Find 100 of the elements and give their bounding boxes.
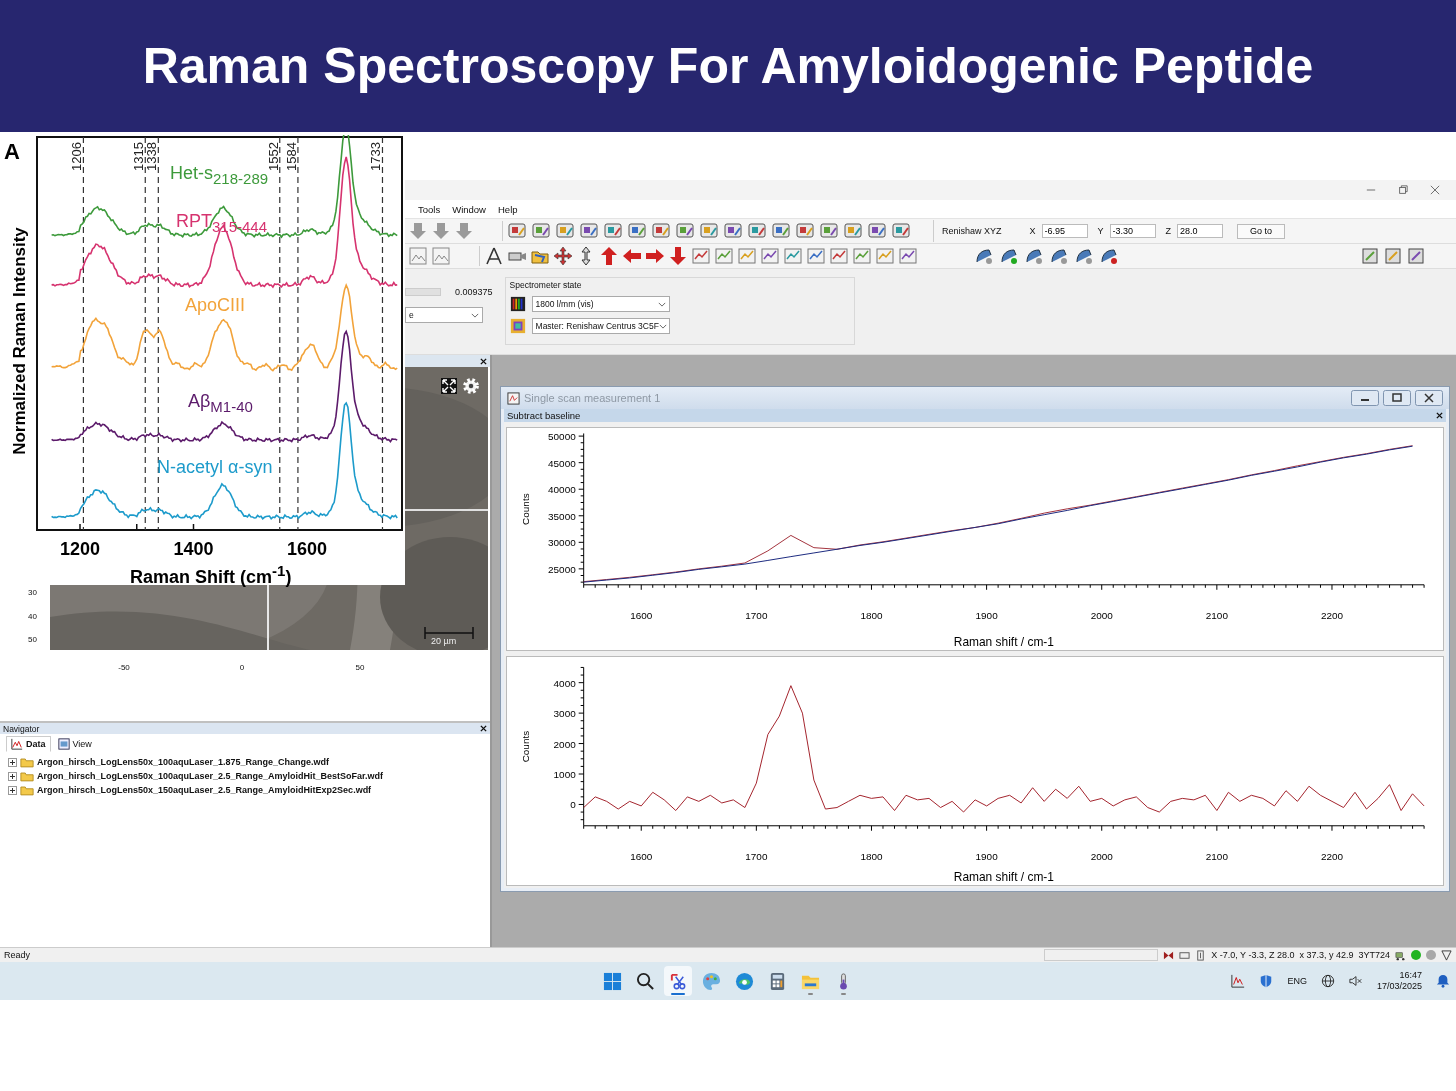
caret-icon[interactable]	[658, 323, 667, 329]
tool-icon[interactable]	[555, 221, 575, 241]
tool-icon[interactable]	[1360, 246, 1380, 266]
arrow-icon[interactable]	[431, 221, 451, 241]
grating-dropdown[interactable]: 1800 l/mm (vis)	[531, 296, 670, 312]
detector-dropdown[interactable]: Master: Renishaw Centrus 3C5F	[531, 318, 670, 334]
tool-icon[interactable]	[898, 246, 918, 266]
stage-tool-icon[interactable]	[1074, 246, 1094, 266]
tick-label: 1900	[975, 850, 998, 862]
maximize-button[interactable]	[1383, 390, 1411, 406]
restore-icon[interactable]	[1398, 185, 1408, 195]
detector-icon	[509, 318, 526, 334]
arrow-down-icon[interactable]	[668, 246, 688, 266]
menu-item[interactable]: Tools	[418, 203, 441, 215]
stage-tool-icon[interactable]	[1099, 246, 1119, 266]
tool-icon[interactable]	[603, 221, 623, 241]
dropdown[interactable]: e	[405, 307, 483, 323]
axis-title: Counts	[519, 730, 531, 763]
arrow-left-icon[interactable]	[622, 246, 642, 266]
tick-label: 1200	[60, 539, 100, 559]
file-name[interactable]: Argon_hirsch_LogLens50x_150aquLaser_2.5_Range_AmyloidHitExp2Sec.wdf	[37, 785, 372, 795]
chart-icon[interactable]	[1231, 974, 1246, 988]
tool-icon[interactable]	[1383, 246, 1403, 266]
menu-item[interactable]: Help	[498, 203, 518, 215]
tab[interactable]: Data	[6, 736, 51, 752]
tool-icon[interactable]	[852, 246, 872, 266]
tool-icon[interactable]	[783, 246, 803, 266]
image-icon[interactable]	[431, 246, 451, 266]
field-label: Z	[1165, 226, 1172, 236]
tool-icon[interactable]	[714, 246, 734, 266]
expand-toggle[interactable]	[8, 757, 17, 767]
close-icon[interactable]	[480, 357, 487, 365]
arrow-icon[interactable]	[408, 221, 428, 241]
close-icon[interactable]	[1436, 412, 1443, 419]
scale-bar	[424, 626, 474, 640]
expand-icon[interactable]	[441, 378, 457, 394]
language-indicator[interactable]: ENG	[1287, 976, 1307, 986]
tick-label: 4000	[553, 677, 576, 689]
stage-tool-icon[interactable]	[1024, 246, 1044, 266]
tool-icon[interactable]	[531, 221, 551, 241]
tick-label: 1600	[630, 850, 653, 862]
file-name[interactable]: Argon_hirsch_LogLens50x_100aquLaser_1.875_Range_Change.wdf	[37, 757, 330, 767]
tick-label: 0	[570, 799, 576, 811]
tick-label: 1600	[287, 539, 327, 559]
palette-icon	[701, 971, 721, 991]
clock-date[interactable]: 17/03/2025	[1376, 981, 1422, 992]
series-label: N-acetyl α-syn	[157, 457, 273, 478]
caret-icon[interactable]	[657, 301, 666, 307]
go-to-button[interactable]: Go to	[1237, 223, 1286, 239]
stage-tool-icon[interactable]	[1049, 246, 1069, 266]
move-icon[interactable]	[553, 246, 573, 266]
coordinate-field[interactable]: -3.30	[1109, 224, 1156, 238]
tool-icon[interactable]	[507, 221, 527, 241]
close-button[interactable]	[1415, 390, 1443, 406]
tool-icon[interactable]	[723, 221, 743, 241]
tool-icon[interactable]	[579, 221, 599, 241]
tool-icon[interactable]	[691, 246, 711, 266]
tool-icon[interactable]	[891, 221, 911, 241]
stage-tool-icon[interactable]	[999, 246, 1019, 266]
filter-icon[interactable]	[1441, 949, 1452, 961]
tool-icon[interactable]	[699, 221, 719, 241]
arrow-up-icon[interactable]	[599, 246, 619, 266]
arrow-right-icon[interactable]	[645, 246, 665, 266]
shield-icon[interactable]	[1259, 974, 1274, 988]
tool-icon[interactable]	[747, 221, 767, 241]
image-icon[interactable]	[408, 246, 428, 266]
coordinate-field[interactable]: -6.95	[1041, 224, 1088, 238]
tick-label: 50000	[548, 431, 576, 443]
expand-toggle[interactable]	[8, 785, 17, 795]
stage-tool-icon[interactable]	[974, 246, 994, 266]
settings-icon[interactable]	[462, 377, 480, 395]
clock-time[interactable]: 16:47	[1399, 970, 1422, 981]
tool-icon[interactable]	[1406, 246, 1426, 266]
tool-icon[interactable]	[806, 246, 826, 266]
arrow-icon[interactable]	[454, 221, 474, 241]
tab[interactable]: View	[52, 736, 97, 752]
tool-icon[interactable]	[829, 246, 849, 266]
file-name[interactable]: Argon_hirsch_LogLens50x_100aquLaser_2.5_Range_AmyloidHit_BestSoFar.wdf	[37, 771, 384, 781]
tool-icon[interactable]	[675, 221, 695, 241]
bell-icon[interactable]	[1436, 974, 1450, 988]
tool-icon[interactable]	[771, 221, 791, 241]
tool-icon[interactable]	[843, 221, 863, 241]
tool-icon[interactable]	[760, 246, 780, 266]
coordinate-field[interactable]: 28.0	[1177, 224, 1224, 238]
tool-icon[interactable]	[651, 221, 671, 241]
axis-title: Counts	[519, 493, 531, 525]
menu-item[interactable]: Window	[452, 203, 486, 215]
tool-icon[interactable]	[819, 221, 839, 241]
tick-label: 1000	[553, 769, 576, 780]
minimize-button[interactable]	[1351, 390, 1379, 406]
speaker-muted-icon[interactable]	[1348, 974, 1363, 988]
globe-icon[interactable]	[1320, 974, 1335, 988]
caret-icon[interactable]	[471, 312, 479, 318]
close-icon[interactable]	[480, 725, 487, 732]
slider-track[interactable]	[405, 288, 441, 296]
tool-icon[interactable]	[795, 221, 815, 241]
tool-icon[interactable]	[627, 221, 647, 241]
expand-toggle[interactable]	[8, 771, 17, 781]
tool-icon[interactable]	[867, 221, 887, 241]
compass-icon[interactable]	[484, 246, 504, 266]
